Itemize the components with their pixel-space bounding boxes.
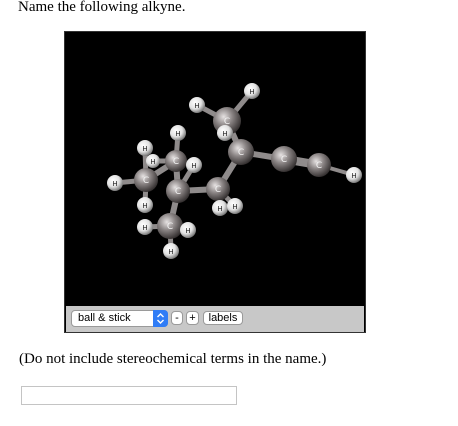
atom-label: H [249,88,254,96]
hydrogen-atom-h3: H [217,125,233,141]
hydrogen-atom-h15: H [146,154,160,168]
atom-label: C [175,187,181,197]
hydrogen-atom-h4: H [170,125,186,141]
atom-label: H [222,130,227,138]
select-arrows-icon [153,310,168,327]
hydrogen-atom-h12: H [212,200,228,216]
atom-label: H [168,248,173,256]
molecule-viewer[interactable]: CCCCCCCCCHHHHHHHHHHHHHHH ball & stick - … [64,31,366,333]
atom-label: H [194,102,199,110]
hydrogen-atom-h6: H [107,175,123,191]
display-mode-value: ball & stick [78,312,131,324]
atom-label: H [142,145,147,153]
atom-label: C [238,148,244,158]
question-text: Name the following alkyne. [18,0,186,15]
atom-label: H [112,180,117,188]
atom-label: H [185,227,190,235]
atom-label: H [191,162,196,170]
zoom-out-button[interactable]: - [171,311,183,325]
atom-label: H [150,158,155,166]
atom-label: H [217,205,222,213]
instruction-note: (Do not include stereochemical terms in … [19,351,327,367]
hydrogen-atom-h10: H [163,243,179,259]
hydrogen-atom-h8: H [137,219,153,235]
display-mode-select[interactable]: ball & stick [71,310,168,327]
atom-label: C [167,222,173,232]
hydrogen-atom-h9: H [180,222,196,238]
carbon-atom-c5: C [206,177,230,201]
molecule-model[interactable]: CCCCCCCCCHHHHHHHH HHHH HHH [65,32,365,306]
atom-label: H [175,130,180,138]
hydrogen-atom-h13: H [227,198,243,214]
atom-label: C [316,161,322,171]
carbon-atom-c9: C [165,150,187,172]
atom-label: C [143,176,149,186]
carbon-atom-c2: C [271,146,297,172]
labels-button[interactable]: labels [203,311,243,325]
carbon-atom-c7: C [157,213,183,239]
hydrogen-atom-h1: H [244,83,260,99]
atom-label: C [281,155,287,165]
atom-label: H [351,172,356,180]
hydrogen-atom-h11: H [186,157,202,173]
carbon-atom-c1: C [307,153,331,177]
hydrogen-atom-h5: H [137,140,153,156]
carbon-atom-c6: C [166,179,190,203]
carbon-atom-c3: C [228,139,254,165]
answer-input[interactable] [21,386,237,405]
atom-label: C [173,157,179,167]
atom-label: H [142,224,147,232]
carbon-atom-c8: C [134,168,158,192]
viewer-toolbar: ball & stick - + labels [66,306,364,332]
hydrogen-atom-h7: H [137,197,153,213]
atom-label: C [215,185,221,195]
atom-label: H [232,203,237,211]
hydrogen-atom-h2: H [189,97,205,113]
atom-label: H [142,202,147,210]
hydrogen-atom-h14: H [346,167,362,183]
zoom-in-button[interactable]: + [186,311,199,325]
